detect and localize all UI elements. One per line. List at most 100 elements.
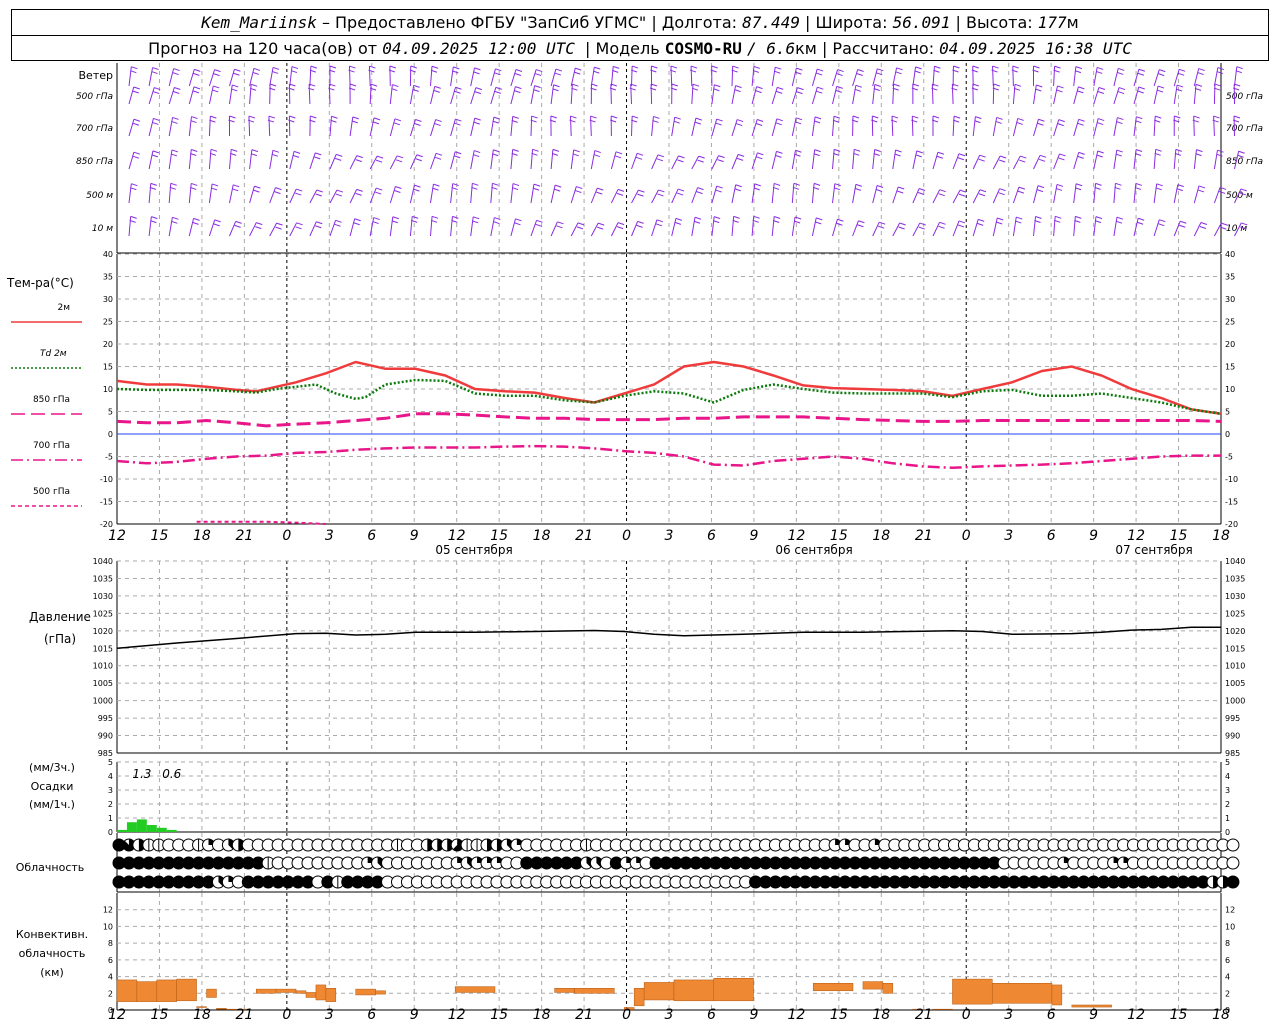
wind-barb-feather (1174, 115, 1181, 119)
wind-barb-feather (998, 159, 1006, 163)
wind-barb-staff (188, 116, 192, 137)
wind-barb-staff (731, 119, 738, 137)
wind-barb-feather (553, 84, 560, 88)
wind-barb-staff (550, 68, 557, 87)
wind-barb (430, 119, 442, 137)
wind-barb (1033, 185, 1045, 204)
wind-barb-feather (474, 67, 481, 71)
wind-barb-feather (756, 123, 763, 126)
wind-barb (1053, 65, 1061, 87)
wind-barb (348, 83, 357, 105)
wind-barb-staff (510, 69, 517, 87)
wind-barb-feather (1198, 68, 1205, 72)
wind-barb-feather (1213, 115, 1220, 119)
wind-barb-staff (389, 216, 394, 237)
wind-barb-staff (711, 185, 718, 204)
wind-barb-feather (131, 183, 138, 187)
wind-barb (389, 186, 402, 204)
wind-barb-feather (919, 222, 926, 226)
wind-barb (349, 155, 363, 170)
wind-barb-feather (533, 183, 541, 187)
wind-barb (972, 189, 987, 204)
wind-barb (771, 216, 781, 237)
wind-barb-feather (674, 116, 681, 120)
wind-barb-staff (1033, 155, 1041, 170)
wind-barb-feather (213, 223, 220, 227)
wind-barb-feather (514, 73, 522, 76)
wind-barb-feather (253, 67, 261, 71)
conv-bar (643, 982, 675, 1001)
wind-barb-feather (1158, 73, 1165, 77)
cloud-symbol (1226, 875, 1240, 889)
wind-barb-feather (376, 155, 384, 159)
wind-barb-staff (369, 84, 372, 105)
wind-barb (388, 65, 397, 87)
wind-barb (651, 189, 665, 204)
wind-barb-feather (335, 193, 343, 197)
wind-barb-feather (392, 84, 399, 88)
wind-barb (309, 115, 317, 137)
wind-barb-feather (774, 70, 781, 74)
wind-barb (329, 115, 338, 137)
wind-barb (229, 184, 240, 204)
wind-barb-staff (1073, 119, 1080, 137)
wind-barb-feather (1176, 84, 1184, 88)
wind-barb-feather (912, 115, 919, 119)
wind-barb-staff (530, 69, 537, 87)
wind-barb-feather (553, 188, 561, 192)
wind-level-label-left: 500 м (86, 191, 113, 201)
wind-barb-staff (289, 188, 297, 204)
wind-barb-feather (736, 119, 744, 123)
wind-barb-feather (658, 189, 665, 193)
wind-barb (1173, 148, 1183, 170)
wind-barb-feather (250, 83, 258, 87)
wind-barb-feather (572, 153, 579, 157)
wind-barb-feather (1116, 149, 1123, 153)
wind-barb (609, 83, 618, 105)
wind-barb (711, 216, 721, 237)
wind-barb-feather (1037, 122, 1044, 126)
wind-barb-staff (1073, 183, 1077, 204)
wind-barb-feather (370, 83, 378, 87)
wind-barb-staff (208, 116, 211, 137)
wind-barb (649, 83, 658, 105)
wind-barb (1113, 67, 1125, 87)
wind-barb (148, 67, 159, 87)
wind-barb-staff (932, 66, 935, 87)
wind-barb-staff (932, 222, 941, 237)
wind-barb-feather (1096, 66, 1104, 70)
wind-level-label-right: 700 гПа (1226, 124, 1263, 134)
wind-barb (188, 116, 198, 137)
temp-axis-hour-tick: 3 (1004, 528, 1013, 544)
wind-barb-staff (510, 86, 516, 105)
wind-barb (269, 149, 280, 170)
wind-barb (1012, 186, 1026, 204)
wind-barb-feather (473, 121, 480, 125)
wind-barb-feather (1035, 216, 1042, 219)
wind-barb-feather (1137, 217, 1145, 221)
wind-barb (409, 154, 423, 170)
wind-barb-feather (1012, 65, 1019, 69)
wind-barb-feather (677, 188, 685, 192)
wind-barb (208, 219, 221, 237)
wind-barb (208, 85, 220, 105)
temp-tick-right: 5 (1225, 408, 1230, 417)
wind-barb-feather (673, 120, 680, 124)
wind-barb (589, 115, 597, 137)
wind-barb (269, 187, 282, 204)
wind-barb-feather (1014, 83, 1022, 87)
wind-barb (368, 65, 376, 87)
wind-barb-staff (470, 118, 476, 137)
wind-barb-feather (813, 182, 821, 186)
conv-bar (156, 979, 177, 1002)
temp-axis-hour-tick: 21 (915, 528, 933, 544)
wind-barb-staff (872, 221, 880, 237)
temp-axis-hour-tick: 15 (1170, 528, 1188, 544)
wind-barb-staff (148, 87, 155, 105)
conv-tick-right: 12 (1225, 906, 1235, 915)
wind-barb-feather (757, 152, 764, 156)
wind-barb-staff (992, 66, 994, 87)
wind-barb-staff (430, 184, 434, 204)
wind-barb-staff (1093, 216, 1097, 237)
conv-axis-hour-tick: 21 (915, 1007, 933, 1023)
